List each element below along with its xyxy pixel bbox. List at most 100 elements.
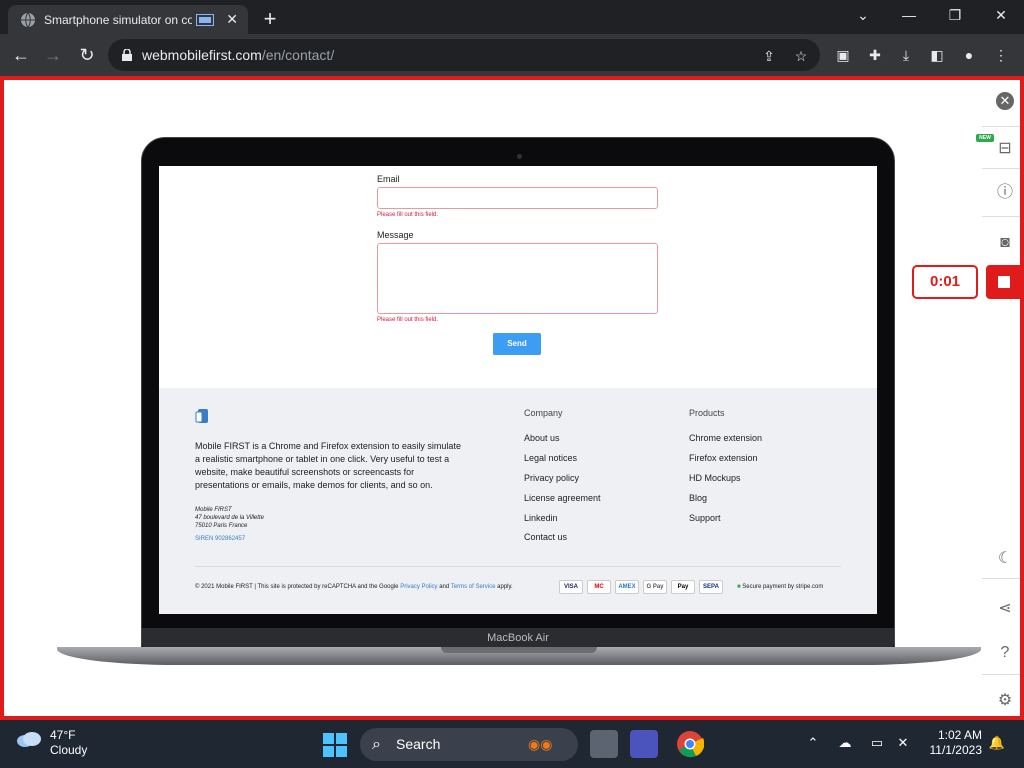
new-tab-button[interactable]: + bbox=[258, 6, 282, 32]
secure-lock-icon: ■ bbox=[737, 584, 741, 590]
siren-link[interactable]: SIREN 902862457 bbox=[195, 536, 245, 542]
google-pay-icon: G Pay bbox=[643, 580, 667, 594]
browser-tab[interactable]: Smartphone simulator on co ✕ bbox=[8, 5, 248, 34]
stop-recording-button[interactable] bbox=[986, 265, 1024, 299]
message-field[interactable] bbox=[377, 243, 658, 314]
mastercard-icon: MC bbox=[587, 580, 611, 594]
and-text: and bbox=[439, 584, 450, 590]
clock-time: 1:02 AM bbox=[937, 728, 982, 742]
info-icon[interactable]: ⓘ bbox=[994, 182, 1016, 204]
secure-payment-label: Secure payment by stripe.com bbox=[742, 584, 824, 590]
screen-share-icon bbox=[196, 13, 214, 26]
tab-search-icon[interactable]: ⌄ bbox=[840, 4, 886, 28]
system-clock[interactable]: 1:02 AM 11/1/2023 bbox=[922, 728, 983, 758]
task-view-icon[interactable] bbox=[590, 730, 618, 758]
footer-address: Mobile FIRST 47 boulevard de la Villette… bbox=[195, 506, 264, 530]
share-icon[interactable]: ⋖ bbox=[994, 598, 1016, 620]
side-panel-icon[interactable]: ◧ bbox=[928, 46, 946, 64]
sepa-icon: SEPA bbox=[699, 580, 723, 594]
browser-toolbar: ← → ↻ webmobilefirst.com/en/contact/ ⇪ ☆… bbox=[0, 34, 1024, 76]
recording-timer: 0:01 bbox=[912, 265, 978, 299]
close-simulator-icon[interactable]: ✕ bbox=[996, 92, 1014, 110]
tray-chevron-up-icon[interactable]: ⌃ bbox=[804, 734, 822, 752]
macbook-notch bbox=[441, 647, 597, 653]
tab-close-icon[interactable]: ✕ bbox=[226, 11, 238, 28]
rail-divider bbox=[982, 126, 1020, 127]
restore-button[interactable]: ❐ bbox=[932, 4, 978, 28]
minimize-button[interactable]: — bbox=[886, 4, 932, 28]
footer-link-legal[interactable]: Legal notices bbox=[524, 453, 577, 463]
footer-link-blog[interactable]: Blog bbox=[689, 493, 707, 503]
back-button[interactable]: ← bbox=[8, 42, 34, 68]
footer-link-contact[interactable]: Contact us bbox=[524, 532, 567, 542]
device-screen: Email Please fill out this field. Messag… bbox=[159, 166, 877, 614]
contact-form: Email Please fill out this field. Messag… bbox=[159, 166, 877, 388]
tab-title: Smartphone simulator on co bbox=[44, 12, 192, 27]
footer-link-mockups[interactable]: HD Mockups bbox=[689, 473, 741, 483]
address-line: Mobile FIRST bbox=[195, 507, 232, 513]
search-label: Search bbox=[396, 736, 441, 752]
notification-bell-icon[interactable]: 🔔 bbox=[988, 734, 1006, 752]
send-button[interactable]: Send bbox=[493, 333, 541, 355]
profile-icon[interactable]: ● bbox=[960, 46, 978, 64]
settings-gear-icon[interactable]: ⚙ bbox=[994, 690, 1016, 712]
cloud-offline-icon[interactable]: ☁ bbox=[836, 734, 854, 752]
volume-mute-icon[interactable]: ✕ bbox=[894, 734, 912, 752]
close-window-button[interactable]: ✕ bbox=[978, 4, 1024, 28]
page-viewport: Email Please fill out this field. Messag… bbox=[0, 76, 1024, 720]
chrome-icon[interactable] bbox=[676, 730, 704, 758]
copyright-text: © 2021 Mobile FIRST | This site is prote… bbox=[195, 584, 399, 590]
taskbar-search[interactable]: ⌕ Search ◉◉ bbox=[360, 728, 578, 761]
secure-payment-text: ■ Secure payment by stripe.com bbox=[737, 584, 823, 590]
footer-link-license[interactable]: License agreement bbox=[524, 493, 601, 503]
apply-text: apply. bbox=[497, 584, 513, 590]
rail-divider bbox=[982, 578, 1020, 579]
email-field[interactable] bbox=[377, 187, 658, 209]
address-line: 47 boulevard de la Villette bbox=[195, 515, 264, 521]
weather-temp: 47°F bbox=[50, 728, 76, 742]
message-error: Please fill out this field. bbox=[377, 317, 439, 323]
address-line: 75010 Paris France bbox=[195, 523, 248, 529]
devices-icon[interactable]: ⊟ bbox=[994, 138, 1016, 160]
download-icon[interactable]: ⤓ bbox=[897, 46, 915, 64]
cloud-icon bbox=[17, 732, 41, 747]
footer-link-linkedin[interactable]: Linkedin bbox=[524, 513, 558, 523]
network-icon[interactable]: ▭ bbox=[868, 734, 886, 752]
url-path: /en/contact/ bbox=[261, 47, 335, 63]
lock-icon bbox=[122, 49, 132, 61]
footer-link-chrome[interactable]: Chrome extension bbox=[689, 433, 762, 443]
share-icon[interactable]: ⇪ bbox=[760, 47, 778, 65]
footer-copyright: © 2021 Mobile FIRST | This site is prote… bbox=[195, 584, 513, 590]
footer-link-about[interactable]: About us bbox=[524, 433, 560, 443]
dark-mode-moon-icon[interactable]: ☾ bbox=[994, 548, 1016, 570]
help-icon[interactable]: ? bbox=[994, 642, 1016, 664]
weather-desc: Cloudy bbox=[50, 743, 88, 757]
forward-button[interactable]: → bbox=[40, 42, 66, 68]
globe-icon bbox=[21, 12, 35, 27]
extension-mobile-first-icon[interactable]: ▣ bbox=[834, 46, 852, 64]
halloween-pumpkin-icon: ◉◉ bbox=[528, 736, 553, 752]
rail-divider bbox=[982, 168, 1020, 169]
extensions-puzzle-icon[interactable]: ✚ bbox=[866, 46, 884, 64]
device-label: MacBook Air bbox=[142, 628, 894, 648]
teams-icon[interactable] bbox=[630, 730, 658, 758]
search-icon: ⌕ bbox=[372, 736, 381, 753]
address-bar[interactable]: webmobilefirst.com/en/contact/ ⇪ ☆ bbox=[108, 39, 820, 71]
privacy-policy-link[interactable]: Privacy Policy bbox=[400, 584, 437, 590]
reload-button[interactable]: ↻ bbox=[74, 42, 100, 68]
bookmark-star-icon[interactable]: ☆ bbox=[792, 47, 810, 65]
rail-divider bbox=[982, 216, 1020, 217]
camera-icon[interactable]: ◙ bbox=[994, 232, 1016, 254]
footer-link-privacy[interactable]: Privacy policy bbox=[524, 473, 579, 483]
site-footer: Mobile FIRST is a Chrome and Firefox ext… bbox=[159, 388, 877, 614]
terms-link[interactable]: Terms of Service bbox=[451, 584, 496, 590]
clock-date: 11/1/2023 bbox=[929, 743, 983, 757]
menu-kebab-icon[interactable]: ⋮ bbox=[992, 46, 1010, 64]
footer-link-firefox[interactable]: Firefox extension bbox=[689, 453, 758, 463]
footer-link-support[interactable]: Support bbox=[689, 513, 721, 523]
windows-start-icon[interactable] bbox=[323, 733, 347, 757]
visa-icon: VISA bbox=[559, 580, 583, 594]
macbook-frame: Email Please fill out this field. Messag… bbox=[141, 137, 895, 649]
amex-icon: AMEX bbox=[615, 580, 639, 594]
camera-dot bbox=[517, 154, 522, 159]
